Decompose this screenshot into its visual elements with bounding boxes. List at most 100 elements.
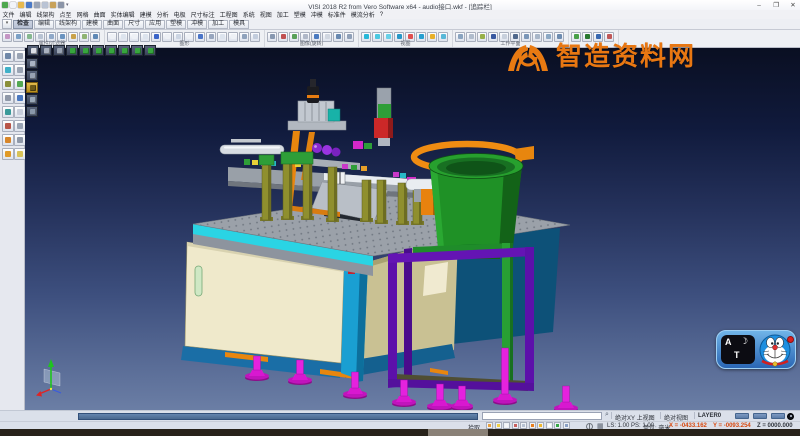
center-snap-icon[interactable]: [503, 422, 510, 429]
tab-4[interactable]: 曲面: [103, 20, 123, 29]
layers-icon[interactable]: [2, 134, 14, 146]
menu-item-0[interactable]: 文件: [0, 10, 17, 19]
app-logo-icon[interactable]: [2, 2, 8, 8]
previous-view-icon[interactable]: [26, 106, 38, 117]
tab-5[interactable]: 尺寸: [124, 20, 144, 29]
tangent-snap-icon[interactable]: [529, 422, 536, 429]
right-view-icon[interactable]: [131, 45, 143, 56]
widget-letter-t: T: [734, 350, 740, 360]
iso-view-icon[interactable]: [66, 45, 78, 56]
select-icon[interactable]: [2, 50, 14, 62]
pencil-icon[interactable]: [2, 92, 14, 104]
snap-toolbar: [486, 422, 570, 429]
menu-item-6[interactable]: 实体编辑: [108, 10, 137, 19]
menu-item-15[interactable]: 塑模: [291, 10, 308, 19]
menu-item-1[interactable]: 编辑: [17, 10, 34, 19]
settings-icon[interactable]: [58, 2, 64, 8]
save-file-icon[interactable]: [26, 2, 32, 8]
bottom-view-icon[interactable]: [144, 45, 156, 56]
dynamic-rotate-icon[interactable]: [26, 82, 38, 93]
tab-6[interactable]: 应用: [145, 20, 165, 29]
moon-icon: ☽: [740, 336, 748, 347]
node-snap-icon[interactable]: [546, 422, 553, 429]
menu-item-10[interactable]: 尺寸标注: [188, 10, 217, 19]
endpoint-snap-icon[interactable]: [486, 422, 493, 429]
midpoint-snap-icon[interactable]: [495, 422, 502, 429]
zoom-window-icon[interactable]: [26, 70, 38, 81]
status-bar: ⌕ 绝对XY 上视图 绝对视图 LAYER0 拾取 ▦ LS: 1.00 PS:…: [0, 410, 800, 429]
top-view-icon[interactable]: [79, 45, 91, 56]
measure-icon[interactable]: [2, 78, 14, 90]
status-chip-2[interactable]: [753, 413, 767, 419]
back-view-icon[interactable]: [105, 45, 117, 56]
menu-item-9[interactable]: 电极: [171, 10, 188, 19]
maximize-icon[interactable]: ❐: [772, 1, 780, 9]
grid-icon[interactable]: [2, 148, 14, 160]
watermark: 智造资料网: [506, 38, 696, 74]
menu-item-2[interactable]: 线架构: [34, 10, 57, 19]
menu-item-8[interactable]: 分析: [154, 10, 171, 19]
intersection-snap-icon[interactable]: [512, 422, 519, 429]
quick-access-icons: ▾: [2, 2, 69, 8]
watermark-logo-icon: [506, 38, 550, 74]
rotate-icon[interactable]: [2, 106, 14, 118]
menu-item-12[interactable]: 系统: [240, 10, 257, 19]
status-chip-1[interactable]: [735, 413, 749, 419]
prompt-progress-strip: [78, 413, 478, 420]
tab-10[interactable]: 模具: [229, 20, 249, 29]
tab-2[interactable]: 线架构: [55, 20, 81, 29]
tab-9[interactable]: 加工: [208, 20, 228, 29]
shade-mode-icon[interactable]: [27, 45, 39, 56]
search-icon[interactable]: ⌕: [605, 411, 609, 419]
wire-mode-icon[interactable]: [40, 45, 52, 56]
new-file-icon[interactable]: [10, 2, 16, 8]
menu-item-14[interactable]: 加工: [274, 10, 291, 19]
tab-7[interactable]: 塑模: [166, 20, 186, 29]
viewport-3d-model[interactable]: [25, 48, 800, 410]
toolbar-group-label-3: 视图: [359, 40, 452, 47]
menu-item-16[interactable]: 冲模: [308, 10, 325, 19]
window-controls: – ❐ ✕: [755, 0, 797, 10]
print-icon[interactable]: [34, 2, 40, 8]
open-file-icon[interactable]: [18, 2, 24, 8]
layer-indicator[interactable]: LAYER0: [698, 413, 721, 419]
front-view-icon[interactable]: [92, 45, 104, 56]
left-view-icon[interactable]: [118, 45, 130, 56]
menu-item-17[interactable]: 标准件: [325, 10, 348, 19]
stamp-icon[interactable]: [50, 2, 56, 8]
doraemon-widget[interactable]: A ☽ T: [716, 330, 796, 369]
tab-3[interactable]: 建模: [82, 20, 102, 29]
status-chip-3[interactable]: [771, 413, 785, 419]
import-icon[interactable]: [42, 2, 48, 8]
quick-more-icon[interactable]: ▾: [66, 2, 69, 8]
minimize-icon[interactable]: –: [755, 2, 763, 9]
tab-dropdown-icon[interactable]: ▾: [2, 19, 12, 29]
nearest-snap-icon[interactable]: [554, 422, 561, 429]
tab-0[interactable]: 检查: [13, 20, 33, 29]
app-window: ▾ VISI 2018 R2 from Vero Software x64 - …: [0, 0, 800, 436]
record-indicator-icon[interactable]: [787, 413, 794, 420]
grid-snap-icon[interactable]: [563, 422, 570, 429]
delete-icon[interactable]: [2, 64, 14, 76]
pan-icon[interactable]: [26, 94, 38, 105]
close-icon[interactable]: ✕: [789, 1, 797, 9]
erase-icon[interactable]: [2, 120, 14, 132]
quadrant-snap-icon[interactable]: [520, 422, 527, 429]
menu-item-11[interactable]: 工程图: [217, 10, 240, 19]
perpendicular-snap-icon[interactable]: [537, 422, 544, 429]
zoom-all-icon[interactable]: [26, 58, 38, 69]
menu-item-7[interactable]: 建模: [137, 10, 154, 19]
menu-item-13[interactable]: 视图: [257, 10, 274, 19]
menu-item-4[interactable]: 网格: [74, 10, 91, 19]
menu-item-3[interactable]: 点至: [57, 10, 74, 19]
tab-8[interactable]: 冲模: [187, 20, 207, 29]
view-orientation-toolbar: [27, 45, 156, 56]
command-search-input[interactable]: [482, 412, 602, 420]
tab-1[interactable]: 编辑: [34, 20, 54, 29]
hidden-line-icon[interactable]: [53, 45, 65, 56]
menu-item-5[interactable]: 曲面: [91, 10, 108, 19]
menu-item-19[interactable]: ?: [377, 12, 385, 18]
menu-item-18[interactable]: 模流分析: [348, 10, 377, 19]
viewport[interactable]: [25, 48, 800, 410]
left-tool-panel: [0, 48, 25, 410]
